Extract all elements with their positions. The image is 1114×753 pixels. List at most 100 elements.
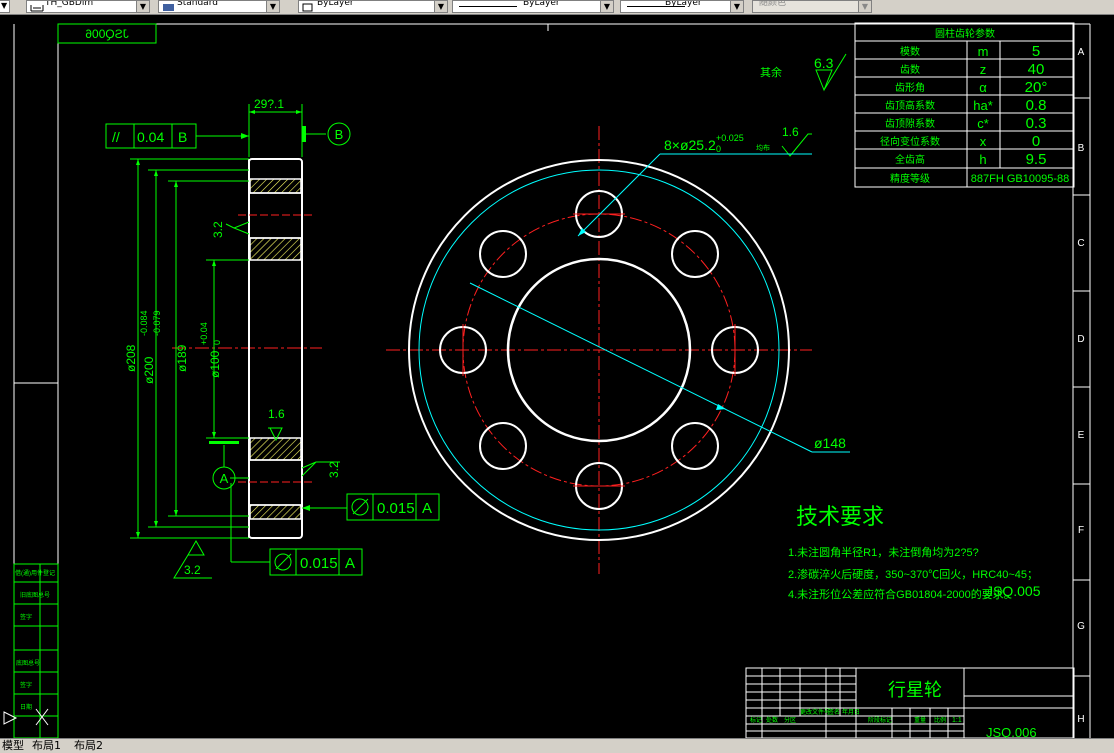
svg-text:签字: 签字	[20, 613, 32, 621]
chevron-down-icon[interactable]: ▼	[730, 1, 743, 12]
svg-text:日期: 日期	[20, 703, 32, 711]
registration-strip	[13, 563, 59, 738]
svg-text:分区: 分区	[784, 716, 796, 724]
svg-text:6.3: 6.3	[814, 55, 834, 71]
svg-text:B: B	[335, 127, 344, 142]
tolerance-top-text: // 0.04 B	[112, 129, 187, 145]
front-view	[386, 126, 812, 574]
svg-text:ø189: ø189	[175, 344, 189, 372]
svg-text:其余: 其余	[760, 65, 782, 79]
chevron-down-icon[interactable]: ▼	[434, 1, 447, 12]
svg-text:h: h	[979, 152, 986, 167]
dimstyle-select[interactable]: TH_GBDim ▼	[26, 0, 150, 13]
svg-text:旧底图总号: 旧底图总号	[20, 591, 50, 599]
zone-letter: E	[1078, 430, 1085, 441]
svg-text:+0.04: +0.04	[199, 322, 209, 345]
roughness-symbols	[173, 53, 847, 579]
zone-letter: B	[1078, 143, 1085, 154]
svg-text:3.2: 3.2	[184, 563, 201, 577]
lineweight-select[interactable]: ByLayer ▼	[620, 0, 744, 13]
svg-text:m: m	[978, 44, 989, 59]
chevron-down-icon[interactable]: ▼	[136, 1, 149, 12]
svg-text:8×ø25.2: 8×ø25.2	[664, 137, 716, 153]
svg-text:重量: 重量	[914, 716, 926, 724]
svg-text:+0.025: +0.025	[716, 133, 744, 143]
front-view-text: 8×ø25.2 +0.025 0 均布 ø148	[664, 133, 846, 451]
toolbar-dropdown-arrow[interactable]: ▼	[0, 0, 10, 13]
technical-requirements: 技术要求 1.未注圆角半径R1，未注倒角均为2?5? 2.渗碳淬火后硬度，350…	[788, 504, 1041, 601]
chevron-down-icon[interactable]: ▼	[266, 1, 279, 12]
svg-text:c*: c*	[977, 116, 989, 131]
svg-text:精度等级: 精度等级	[890, 172, 930, 185]
zone-letter: D	[1077, 334, 1084, 345]
tech-note: 2.渗碳淬火后硬度，350~370℃回火，HRC40~45；	[788, 567, 1038, 581]
svg-text:0: 0	[1032, 133, 1040, 150]
linetype-select[interactable]: ByLayer ▼	[452, 0, 614, 13]
tolerance-bot-text: 0.015 A	[300, 555, 355, 572]
svg-text:齿顶高系数: 齿顶高系数	[885, 99, 935, 112]
svg-text:0.015: 0.015	[377, 500, 415, 517]
part-name: 行星轮	[888, 680, 942, 700]
svg-text:A: A	[345, 555, 355, 572]
svg-text:年月日: 年月日	[842, 708, 860, 716]
svg-text:处数: 处数	[766, 716, 778, 724]
svg-text:1:1: 1:1	[952, 717, 962, 724]
drawing-canvas[interactable]: A B C D E F G H JSQ006 借(通)用件登记 旧底图总号 签字…	[0, 15, 1114, 738]
tab-model[interactable]: 模型	[0, 739, 26, 752]
gear-table-text: 圆柱齿轮参数 模数 m 5 齿数 z 40 齿形角 α 20° 齿顶高系数 ha…	[880, 27, 1069, 185]
zone-letters: A B C D E F G H	[1077, 47, 1085, 725]
svg-text:全齿高: 全齿高	[895, 153, 925, 166]
svg-text:径向变位系数: 径向变位系数	[880, 135, 940, 148]
svg-text:1.6: 1.6	[268, 407, 285, 421]
zone-letter: F	[1078, 525, 1084, 536]
svg-text:标记: 标记	[750, 716, 762, 724]
dimstyle-icon	[30, 3, 44, 12]
chevron-down-icon[interactable]: ▼	[600, 1, 613, 12]
svg-text:签字: 签字	[20, 681, 32, 689]
svg-text:29?.1: 29?.1	[254, 97, 284, 111]
svg-text:α: α	[979, 80, 987, 95]
color-swatch-icon	[302, 3, 314, 12]
svg-text:齿形角: 齿形角	[895, 82, 925, 94]
svg-text:比例: 比例	[934, 716, 946, 724]
tab-layout2[interactable]: 布局2	[72, 739, 105, 752]
tech-note: 1.未注圆角半径R1，未注倒角均为2?5?	[788, 545, 979, 559]
section-dimensions	[130, 104, 347, 563]
front-view-arrows	[578, 228, 726, 410]
svg-text:签名: 签名	[828, 708, 840, 716]
svg-text:B: B	[178, 129, 187, 145]
plotstyle-select[interactable]: 随颜色 ▼	[752, 0, 872, 13]
svg-text:z: z	[980, 62, 987, 77]
tolerance-mid-text: 0.015 A	[377, 500, 432, 517]
layout-tabs: 模型 布局1 布局2	[0, 738, 1114, 753]
svg-text:0: 0	[212, 340, 222, 345]
svg-text:20°: 20°	[1025, 79, 1048, 96]
svg-text:更改文件号: 更改文件号	[800, 708, 830, 716]
textstyle-icon	[162, 3, 174, 11]
layer-select[interactable]: ByLayer ▼	[298, 0, 448, 13]
svg-text:模数: 模数	[900, 45, 920, 58]
svg-text:借(通)用件登记: 借(通)用件登记	[15, 569, 55, 577]
svg-text:ha*: ha*	[973, 98, 993, 113]
chevron-down-icon[interactable]: ▼	[858, 1, 871, 12]
textstyle-select[interactable]: Standard ▼	[158, 0, 280, 13]
svg-text:底图总号: 底图总号	[16, 659, 40, 667]
zone-letter: A	[1078, 47, 1085, 58]
tech-title: 技术要求	[796, 504, 884, 529]
ucs-axis-icon	[3, 708, 49, 726]
svg-text:ø200: ø200	[142, 356, 156, 384]
title-block-text: 行星轮 JSQ.006 1:1 标记 处数 分区 更改文件号 签名 年月日 阶段…	[750, 680, 1037, 738]
svg-text:40: 40	[1028, 61, 1045, 78]
svg-text:-0.084: -0.084	[139, 310, 149, 336]
svg-text:0: 0	[716, 144, 721, 154]
svg-text:ø208: ø208	[124, 344, 138, 372]
svg-text:0.015: 0.015	[300, 555, 338, 572]
gear-table-title: 圆柱齿轮参数	[935, 27, 995, 40]
zone-letter: C	[1077, 238, 1084, 249]
svg-text:0.8: 0.8	[1026, 97, 1047, 114]
svg-text:A: A	[422, 500, 432, 517]
mirrored-stamp: JSQ006	[57, 23, 157, 44]
part-code: JSQ.005	[986, 583, 1041, 599]
tab-layout1[interactable]: 布局1	[30, 739, 63, 752]
svg-text:ø148: ø148	[814, 435, 846, 451]
